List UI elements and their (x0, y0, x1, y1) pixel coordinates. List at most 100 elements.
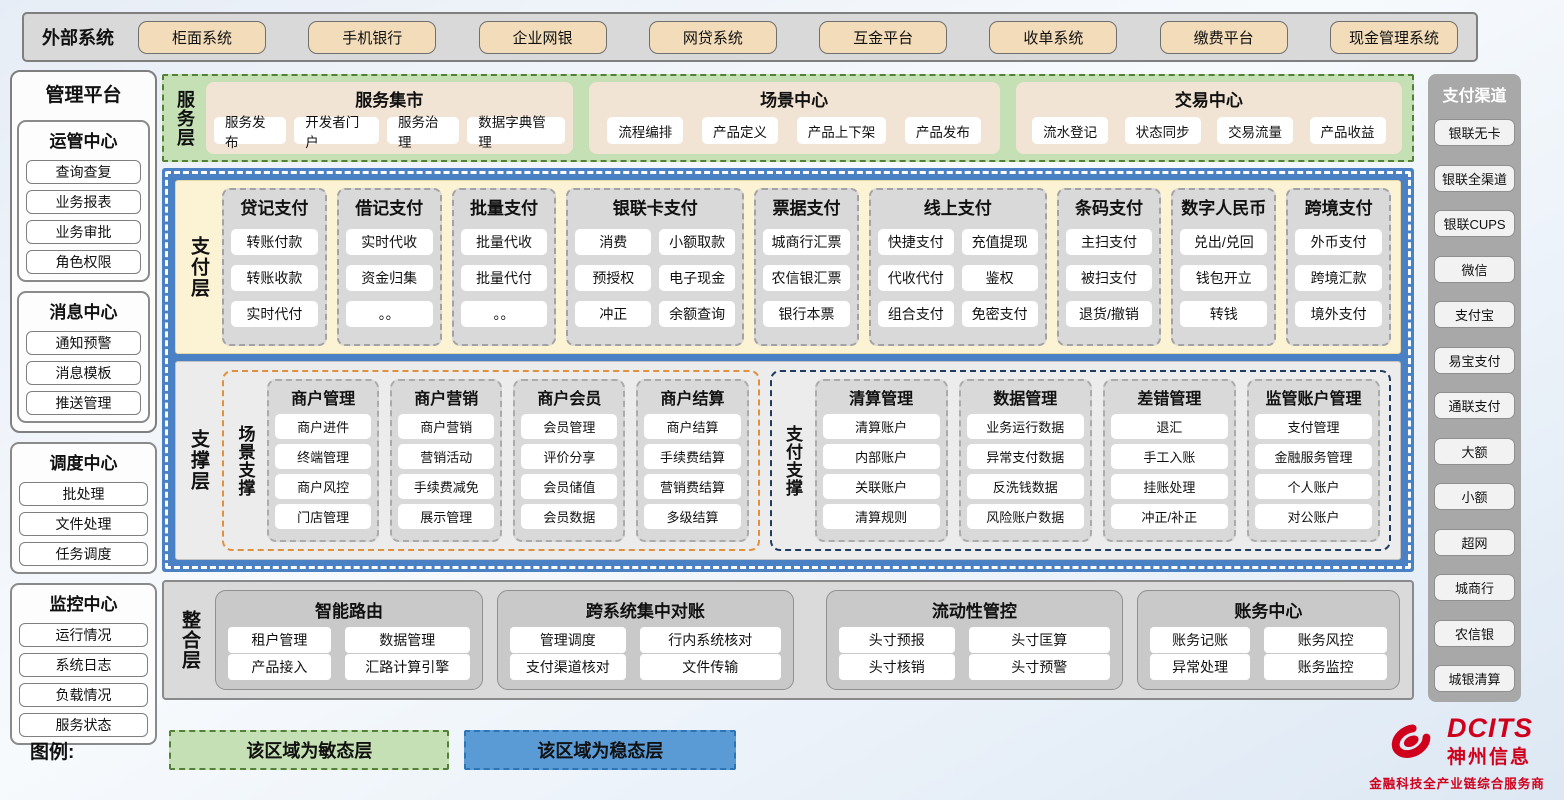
payment-item-button[interactable]: 转钱 (1180, 301, 1267, 327)
management-item-button[interactable]: 系统日志 (19, 653, 148, 677)
payment-item-button[interactable]: 转账收款 (231, 265, 318, 291)
support-item-button[interactable]: 个人账户 (1255, 474, 1372, 499)
service-item-button[interactable]: 产品收益 (1310, 117, 1386, 144)
support-item-button[interactable]: 会员数据 (521, 504, 617, 529)
service-item-button[interactable]: 服务发布 (214, 117, 286, 144)
service-item-button[interactable]: 产品发布 (905, 117, 981, 144)
service-item-button[interactable]: 流水登记 (1032, 117, 1108, 144)
payment-item-button[interactable]: 鉴权 (962, 265, 1038, 291)
payment-item-button[interactable]: 批量代付 (461, 265, 548, 291)
integration-item-button[interactable]: 汇路计算引擎 (345, 654, 470, 680)
service-item-button[interactable]: 状态同步 (1125, 117, 1201, 144)
payment-item-button[interactable]: 代收代付 (878, 265, 954, 291)
payment-item-button[interactable]: 充值提现 (962, 229, 1038, 255)
integration-item-button[interactable]: 头寸匡算 (969, 627, 1110, 653)
management-item-button[interactable]: 负载情况 (19, 683, 148, 707)
payment-item-button[interactable]: 余额查询 (659, 301, 735, 327)
integration-item-button[interactable]: 数据管理 (345, 627, 470, 653)
payment-item-button[interactable]: 资金归集 (346, 265, 433, 291)
integration-item-button[interactable]: 行内系统核对 (640, 627, 781, 653)
payment-item-button[interactable]: 跨境汇款 (1295, 265, 1382, 291)
support-item-button[interactable]: 清算账户 (823, 414, 940, 439)
payment-item-button[interactable]: 消费 (575, 229, 651, 255)
payment-channel-button[interactable]: 城商行 (1434, 574, 1515, 601)
payment-channel-button[interactable]: 城银清算 (1434, 665, 1515, 692)
management-item-button[interactable]: 查询查复 (26, 160, 141, 184)
service-item-button[interactable]: 交易流量 (1217, 117, 1293, 144)
support-item-button[interactable]: 门店管理 (275, 504, 371, 529)
external-system-button[interactable]: 柜面系统 (138, 21, 266, 54)
integration-item-button[interactable]: 头寸预报 (839, 627, 955, 653)
service-item-button[interactable]: 流程编排 (607, 117, 683, 144)
service-item-button[interactable]: 服务治理 (387, 117, 459, 144)
management-item-button[interactable]: 文件处理 (19, 512, 148, 536)
support-item-button[interactable]: 评价分享 (521, 444, 617, 469)
payment-channel-button[interactable]: 银联全渠道 (1434, 165, 1515, 192)
payment-channel-button[interactable]: 银联无卡 (1434, 119, 1515, 146)
external-system-button[interactable]: 企业网银 (479, 21, 607, 54)
payment-channel-button[interactable]: 小额 (1434, 483, 1515, 510)
integration-item-button[interactable]: 账务风控 (1264, 627, 1387, 653)
support-item-button[interactable]: 冲正/补正 (1111, 504, 1228, 529)
integration-item-button[interactable]: 账务监控 (1264, 654, 1387, 680)
support-item-button[interactable]: 关联账户 (823, 474, 940, 499)
support-item-button[interactable]: 对公账户 (1255, 504, 1372, 529)
payment-item-button[interactable]: 农信银汇票 (763, 265, 850, 291)
payment-channel-button[interactable]: 易宝支付 (1434, 347, 1515, 374)
external-system-button[interactable]: 收单系统 (989, 21, 1117, 54)
support-item-button[interactable]: 异常支付数据 (967, 444, 1084, 469)
external-system-button[interactable]: 现金管理系统 (1330, 21, 1458, 54)
support-item-button[interactable]: 内部账户 (823, 444, 940, 469)
integration-item-button[interactable]: 产品接入 (228, 654, 331, 680)
payment-channel-button[interactable]: 农信银 (1434, 620, 1515, 647)
payment-item-button[interactable]: 批量代收 (461, 229, 548, 255)
support-item-button[interactable]: 商户进件 (275, 414, 371, 439)
support-item-button[interactable]: 业务运行数据 (967, 414, 1084, 439)
payment-item-button[interactable]: 外币支付 (1295, 229, 1382, 255)
management-item-button[interactable]: 角色权限 (26, 250, 141, 274)
support-item-button[interactable]: 终端管理 (275, 444, 371, 469)
payment-channel-button[interactable]: 银联CUPS (1434, 210, 1515, 237)
support-item-button[interactable]: 会员管理 (521, 414, 617, 439)
support-item-button[interactable]: 营销费结算 (644, 474, 740, 499)
payment-item-button[interactable]: 实时代收 (346, 229, 433, 255)
payment-channel-button[interactable]: 超网 (1434, 529, 1515, 556)
external-system-button[interactable]: 互金平台 (819, 21, 947, 54)
payment-item-button[interactable]: 兑出/兑回 (1180, 229, 1267, 255)
support-item-button[interactable]: 手续费结算 (644, 444, 740, 469)
integration-item-button[interactable]: 文件传输 (640, 654, 781, 680)
external-system-button[interactable]: 缴费平台 (1160, 21, 1288, 54)
service-item-button[interactable]: 产品上下架 (797, 117, 887, 144)
support-item-button[interactable]: 挂账处理 (1111, 474, 1228, 499)
management-item-button[interactable]: 业务审批 (26, 220, 141, 244)
support-item-button[interactable]: 反洗钱数据 (967, 474, 1084, 499)
payment-channel-button[interactable]: 大额 (1434, 438, 1515, 465)
integration-item-button[interactable]: 头寸核销 (839, 654, 955, 680)
payment-item-button[interactable]: 预授权 (575, 265, 651, 291)
management-item-button[interactable]: 批处理 (19, 482, 148, 506)
external-system-button[interactable]: 手机银行 (308, 21, 436, 54)
payment-channel-button[interactable]: 通联支付 (1434, 392, 1515, 419)
service-item-button[interactable]: 开发者门户 (294, 117, 379, 144)
payment-item-button[interactable]: 被扫支付 (1066, 265, 1153, 291)
support-item-button[interactable]: 手续费减免 (398, 474, 494, 499)
external-system-button[interactable]: 网贷系统 (649, 21, 777, 54)
payment-channel-button[interactable]: 微信 (1434, 256, 1515, 283)
integration-item-button[interactable]: 支付渠道核对 (510, 654, 626, 680)
payment-item-button[interactable]: 钱包开立 (1180, 265, 1267, 291)
integration-item-button[interactable]: 头寸预警 (969, 654, 1110, 680)
support-item-button[interactable]: 营销活动 (398, 444, 494, 469)
payment-item-button[interactable]: 境外支付 (1295, 301, 1382, 327)
support-item-button[interactable]: 金融服务管理 (1255, 444, 1372, 469)
payment-item-button[interactable]: 快捷支付 (878, 229, 954, 255)
support-item-button[interactable]: 支付管理 (1255, 414, 1372, 439)
support-item-button[interactable]: 清算规则 (823, 504, 940, 529)
management-item-button[interactable]: 通知预警 (26, 331, 141, 355)
service-item-button[interactable]: 产品定义 (702, 117, 778, 144)
payment-item-button[interactable]: 退货/撤销 (1066, 301, 1153, 327)
payment-item-button[interactable]: 银行本票 (763, 301, 850, 327)
payment-item-button[interactable]: 实时代付 (231, 301, 318, 327)
payment-channel-button[interactable]: 支付宝 (1434, 301, 1515, 328)
management-item-button[interactable]: 消息模板 (26, 361, 141, 385)
support-item-button[interactable]: 商户营销 (398, 414, 494, 439)
